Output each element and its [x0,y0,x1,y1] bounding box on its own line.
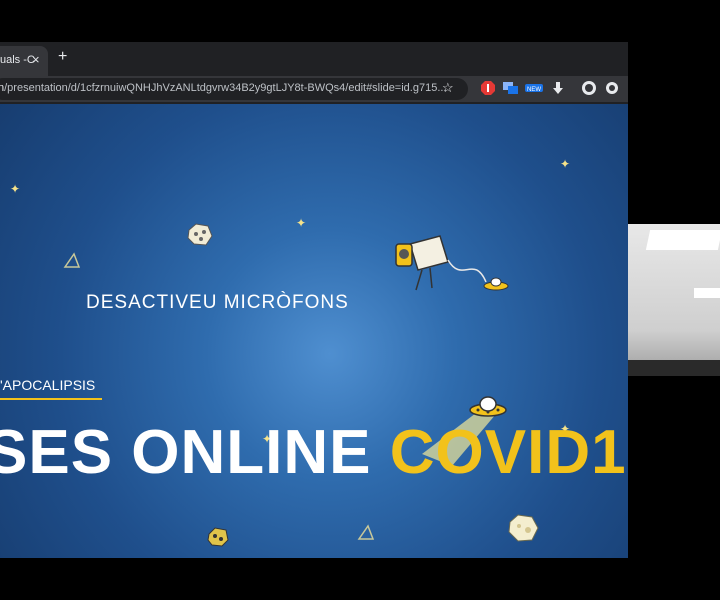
record-icon[interactable] [605,81,619,95]
profile-icon-shape [582,81,596,95]
triangle-doodle-icon [357,524,375,540]
new-badge-icon[interactable]: NEW [525,81,543,95]
slide-title-highlight: COVID19 [389,418,628,487]
satellite-doodle-icon [395,235,509,291]
sparkle-icon: ✦ [560,157,571,171]
bookmark-star-icon[interactable]: ☆ [442,80,454,96]
screen-share-icon-shape [503,82,518,94]
sparkle-icon: ✦ [296,216,307,230]
url-path: /presentation/d/1cfzrnuiwQNHJhVzANLtdgvr… [4,82,447,94]
screen-share-icon[interactable] [503,81,518,95]
ceiling-light [694,288,720,298]
tab-active[interactable]: uals -C × [0,46,48,76]
download-icon-shape [553,82,563,94]
ceiling-light [645,230,720,250]
presentation-slide[interactable]: ✦ ✦ ✦ ✦ ✦ ✦ DESACTIVEU [0,104,628,558]
webcam-shadow [628,360,720,376]
slide-kicker: 'APOCALIPSIS [0,377,96,393]
triangle-doodle-icon [63,252,81,268]
slide-title-main: SES ONLINE [0,418,390,487]
tab-title: uals -C [0,54,35,66]
slide-title: SES ONLINE COVID19 [0,417,628,488]
asteroid-icon [508,514,539,542]
adblock-icon[interactable] [481,81,495,95]
download-icon[interactable] [551,81,565,95]
slide-subheading: DESACTIVEU MICRÒFONS [86,292,349,313]
browser-window: uals -C × + n/presentation/d/1cfzrnuiwQN… [0,42,628,558]
address-bar[interactable]: n/presentation/d/1cfzrnuiwQNHJhVzANLtdgv… [0,78,468,100]
new-badge-icon-shape: NEW [525,84,543,93]
asteroid-icon [207,527,229,547]
asteroid-icon [187,223,213,246]
sparkle-icon: ✦ [10,182,21,196]
record-icon-shape [606,82,618,94]
new-badge-text: NEW [527,87,541,93]
url-text[interactable]: n/presentation/d/1cfzrnuiwQNHJhVzANLtdgv… [0,82,447,94]
kicker-underline [0,398,102,400]
tab-close-icon[interactable]: × [32,52,40,67]
browser-toolbar: n/presentation/d/1cfzrnuiwQNHJhVzANLtdgv… [0,76,628,102]
tab-bar: uals -C × + [0,42,628,76]
webcam-video-feed [628,224,720,376]
adblock-icon-shape [481,81,495,95]
profile-icon[interactable] [581,81,596,95]
new-tab-icon[interactable]: + [58,48,67,66]
